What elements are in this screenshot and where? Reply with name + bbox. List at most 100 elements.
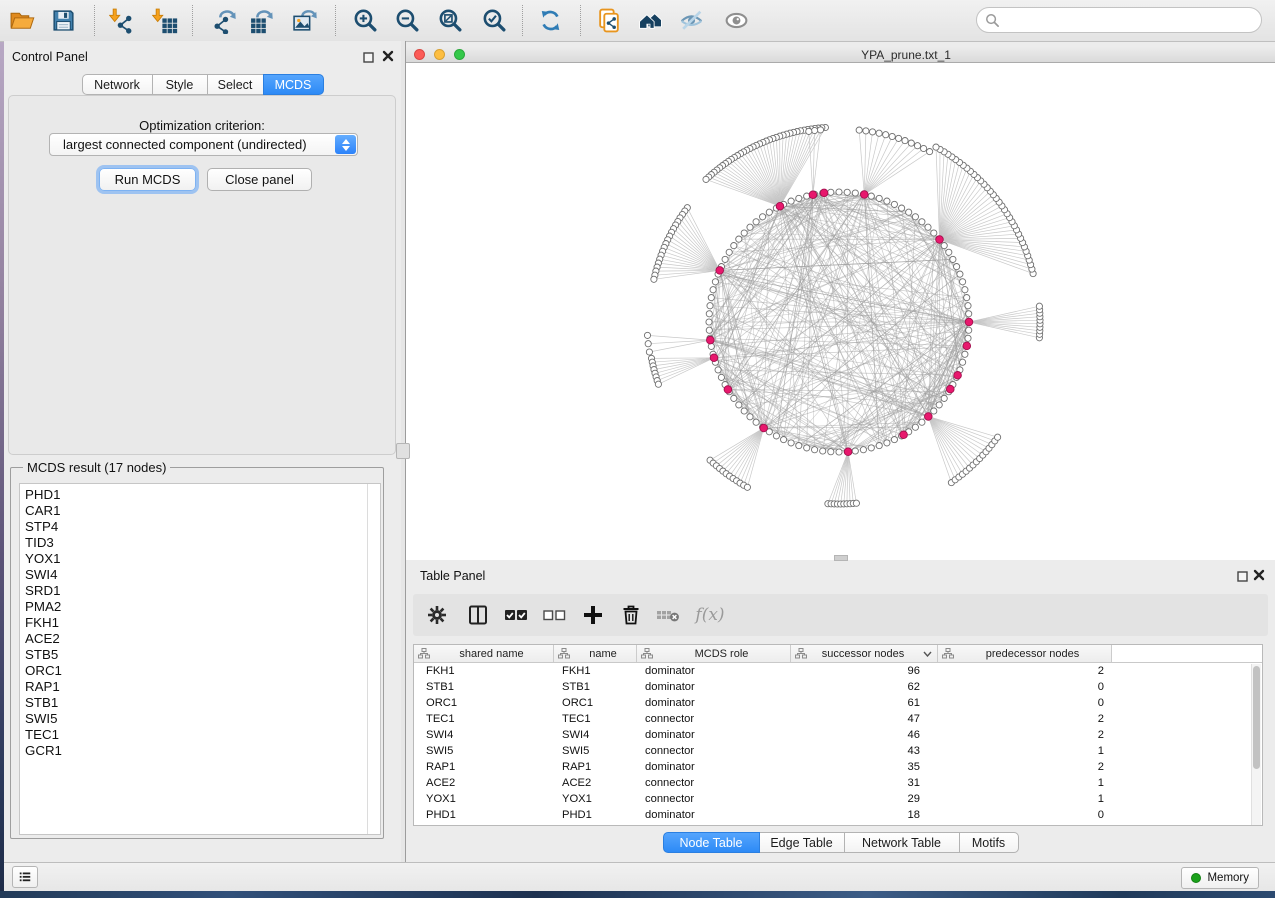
table-cell: dominator — [637, 809, 791, 821]
mcds-result-item[interactable]: PMA2 — [20, 599, 380, 615]
column-header-MCDS-role[interactable]: MCDS role — [637, 645, 791, 662]
mcds-result-item[interactable]: TEC1 — [20, 727, 380, 743]
column-type-icon — [795, 648, 807, 659]
close-panel-button[interactable]: Close panel — [207, 168, 312, 191]
export-image-icon[interactable] — [288, 3, 322, 37]
open-session-icon[interactable] — [5, 3, 39, 37]
table-cell: SWI5 — [554, 745, 637, 757]
tab-network-table[interactable]: Network Table — [844, 832, 960, 853]
tab-node-table[interactable]: Node Table — [663, 832, 760, 853]
mcds-result-item[interactable]: FKH1 — [20, 615, 380, 631]
optimization-criterion-label: Optimization criterion: — [9, 118, 395, 133]
search-field[interactable] — [976, 7, 1262, 33]
search-input[interactable] — [1005, 12, 1251, 29]
toolbar-separator — [192, 5, 193, 36]
table-scrollbar-track[interactable] — [1251, 664, 1261, 825]
table-row[interactable]: TEC1TEC1connector472 — [414, 711, 1262, 727]
mcds-result-item[interactable]: RAP1 — [20, 679, 380, 695]
table-cell: dominator — [637, 665, 791, 677]
minimize-window-icon[interactable] — [434, 49, 445, 60]
table-cell: 1 — [938, 745, 1112, 757]
table-settings-gear-icon[interactable] — [422, 600, 452, 630]
table-row[interactable]: YOX1YOX1connector291 — [414, 791, 1262, 807]
table-row[interactable]: STB1STB1dominator620 — [414, 679, 1262, 695]
mcds-result-item[interactable]: ACE2 — [20, 631, 380, 647]
tab-style[interactable]: Style — [152, 74, 208, 95]
select-all-icon[interactable] — [501, 600, 531, 630]
mcds-result-item[interactable]: STB1 — [20, 695, 380, 711]
close-panel-icon[interactable] — [381, 49, 395, 63]
show-eye-icon[interactable] — [719, 3, 753, 37]
column-header-predecessor-nodes[interactable]: predecessor nodes — [938, 645, 1112, 662]
mcds-result-item[interactable]: STP4 — [20, 519, 380, 535]
tab-network[interactable]: Network — [82, 74, 153, 95]
memory-button[interactable]: Memory — [1181, 867, 1259, 889]
tab-select[interactable]: Select — [207, 74, 264, 95]
column-header-successor-nodes[interactable]: successor nodes — [791, 645, 938, 662]
table-cell: ORC1 — [554, 697, 637, 709]
mcds-result-item[interactable]: GCR1 — [20, 743, 380, 759]
tab-motifs[interactable]: Motifs — [959, 832, 1019, 853]
import-table-icon[interactable] — [148, 3, 182, 37]
tab-edge-table[interactable]: Edge Table — [759, 832, 845, 853]
table-cell: connector — [637, 777, 791, 789]
fx-label: f(x) — [695, 605, 724, 625]
save-session-icon[interactable] — [46, 3, 80, 37]
mcds-result-item[interactable]: TID3 — [20, 535, 380, 551]
float-panel-icon[interactable] — [361, 50, 375, 64]
column-type-icon — [558, 648, 570, 659]
mcds-result-item[interactable]: SWI4 — [20, 567, 380, 583]
mcds-result-item[interactable]: STB5 — [20, 647, 380, 663]
close-table-panel-icon[interactable] — [1252, 568, 1266, 582]
close-window-icon[interactable] — [414, 49, 425, 60]
zoom-in-icon[interactable] — [348, 3, 382, 37]
delete-column-trash-icon[interactable] — [616, 600, 646, 630]
tab-mcds[interactable]: MCDS — [263, 74, 324, 95]
hide-eye-icon[interactable] — [674, 3, 708, 37]
refresh-icon[interactable] — [533, 3, 567, 37]
export-table-icon[interactable] — [245, 3, 279, 37]
table-cell: 46 — [791, 729, 938, 741]
table-cell: 29 — [791, 793, 938, 805]
task-history-list-icon[interactable] — [12, 866, 38, 888]
table-scrollbar-thumb[interactable] — [1253, 666, 1260, 769]
mcds-result-item[interactable]: CAR1 — [20, 503, 380, 519]
table-row[interactable]: ACE2ACE2connector311 — [414, 775, 1262, 791]
table-row[interactable]: SWI4SWI4dominator462 — [414, 727, 1262, 743]
mcds-result-list[interactable]: PHD1CAR1STP4TID3YOX1SWI4SRD1PMA2FKH1ACE2… — [19, 483, 381, 835]
zoom-selected-icon[interactable] — [477, 3, 511, 37]
network-canvas[interactable] — [406, 63, 1275, 560]
mcds-result-item[interactable]: SWI5 — [20, 711, 380, 727]
horizontal-splitter-grip[interactable] — [834, 555, 848, 561]
table-row[interactable]: ORC1ORC1dominator610 — [414, 695, 1262, 711]
export-network-icon[interactable] — [208, 3, 242, 37]
home-icon[interactable] — [633, 3, 667, 37]
column-header-name[interactable]: name — [554, 645, 637, 662]
optimization-criterion-select[interactable]: largest connected component (undirected) — [49, 133, 358, 156]
mcds-result-item[interactable]: YOX1 — [20, 551, 380, 567]
table-cell: 62 — [791, 681, 938, 693]
table-row[interactable]: PHD1PHD1dominator180 — [414, 807, 1262, 823]
show-columns-icon[interactable] — [463, 600, 493, 630]
maximize-window-icon[interactable] — [454, 49, 465, 60]
mcds-result-item[interactable]: SRD1 — [20, 583, 380, 599]
zoom-out-icon[interactable] — [390, 3, 424, 37]
vertical-splitter-grip[interactable] — [396, 443, 410, 459]
table-row[interactable]: SWI5SWI5connector431 — [414, 743, 1262, 759]
clone-network-icon[interactable] — [592, 3, 626, 37]
mcds-result-item[interactable]: ORC1 — [20, 663, 380, 679]
column-header-shared-name[interactable]: shared name — [414, 645, 554, 662]
run-mcds-button[interactable]: Run MCDS — [99, 168, 196, 191]
table-row[interactable]: RAP1RAP1dominator352 — [414, 759, 1262, 775]
import-network-icon[interactable] — [105, 3, 139, 37]
float-table-panel-icon[interactable] — [1235, 569, 1249, 583]
table-cell: ACE2 — [414, 777, 554, 789]
node-table[interactable]: shared namenameMCDS rolesuccessor nodesp… — [413, 644, 1263, 826]
zoom-fit-icon[interactable] — [433, 3, 467, 37]
mcds-tab-pane: Optimization criterion: largest connecte… — [8, 95, 396, 455]
deselect-all-icon[interactable] — [539, 600, 569, 630]
add-column-icon[interactable] — [578, 600, 608, 630]
list-scrollbar-track[interactable] — [367, 484, 380, 834]
table-row[interactable]: FKH1FKH1dominator962 — [414, 663, 1262, 679]
mcds-result-item[interactable]: PHD1 — [20, 487, 380, 503]
